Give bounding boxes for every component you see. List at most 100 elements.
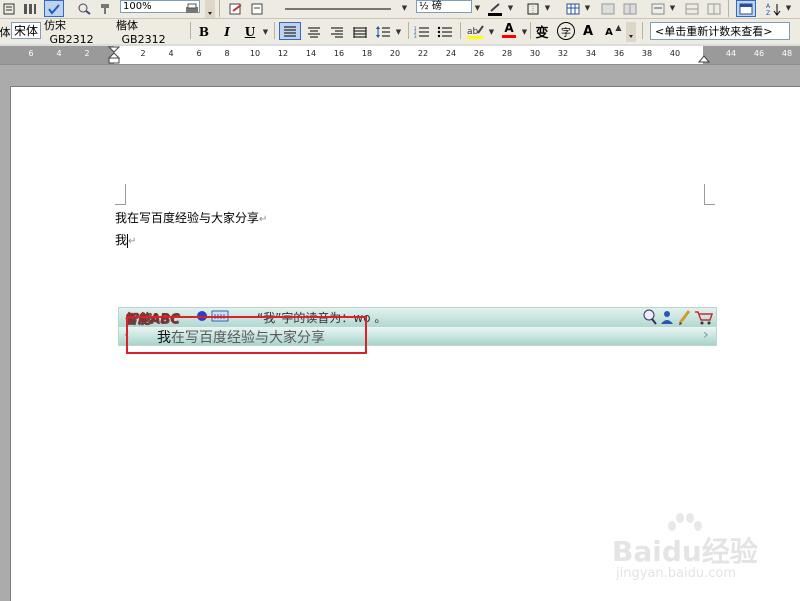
ruler-tick-label: 44 — [725, 49, 737, 58]
indent-marker-icon[interactable] — [108, 46, 120, 64]
annotation-highlight-box — [126, 316, 367, 354]
ruler-tick-label: 48 — [781, 49, 793, 58]
toolbar-separator — [408, 22, 409, 39]
print-icon[interactable] — [183, 0, 201, 17]
border-style-dropdown[interactable]: ▼ — [400, 1, 409, 14]
ruler-tick-label: 28 — [501, 49, 513, 58]
ruler-tick-label: 2 — [140, 49, 146, 58]
ime-search-icon — [643, 309, 657, 325]
toolbar-separator — [219, 0, 220, 17]
formatting-toolbar: 体 宋体 仿宋_GB2312 楷体_GB2312 B I U ▼ ▼ 123 a… — [0, 19, 800, 46]
highlight-dropdown[interactable]: ▼ — [487, 25, 496, 38]
ruler-tick-label: 46 — [753, 49, 765, 58]
toolbar-options-icon[interactable] — [626, 22, 636, 42]
baidu-watermark: Baidu经验 jingyan.baidu.com — [612, 512, 792, 600]
ime-edit-icon — [678, 310, 691, 325]
align-cell-icon[interactable] — [650, 0, 666, 17]
paragraph-mark: ↵ — [128, 236, 137, 247]
ruler-tick-label: 34 — [585, 49, 597, 58]
format-painter-icon[interactable] — [98, 0, 112, 17]
merge-cells-icon[interactable] — [600, 0, 616, 17]
distribute-rows-icon[interactable] — [684, 0, 700, 17]
highlight-icon[interactable]: ab — [465, 23, 485, 40]
ruler-tick-label: 24 — [445, 49, 457, 58]
ruler-tick-label: 6 — [196, 49, 202, 58]
edit-icon[interactable] — [228, 0, 244, 17]
document-line-1: 我在写百度经验与大家分享↵ — [115, 209, 267, 226]
numbering-button[interactable]: 123 — [413, 23, 431, 40]
ime-tools — [643, 309, 714, 325]
watermark-brand: Baidu经验 — [612, 535, 758, 568]
word-count-box[interactable]: <单击重新计数来查看> — [650, 22, 790, 40]
align-right-button[interactable] — [328, 23, 346, 40]
border-weight-dropdown[interactable]: ▼ — [473, 1, 482, 14]
toolbar-options-icon[interactable] — [205, 0, 215, 18]
spelling-check-icon[interactable] — [44, 0, 64, 17]
svg-text:3: 3 — [414, 34, 417, 39]
border-line-style[interactable] — [278, 0, 398, 17]
ruler-tick-label: 4 — [56, 49, 62, 58]
font-option-kaiti[interactable]: 楷体_GB2312 — [116, 19, 186, 46]
sort-ascending-icon[interactable]: AZ — [764, 0, 782, 17]
distributed-align-button[interactable] — [351, 23, 369, 40]
justify-button[interactable] — [279, 22, 301, 40]
italic-button[interactable]: I — [219, 23, 235, 40]
font-option-songti[interactable]: 宋体 — [11, 22, 41, 39]
bold-button[interactable]: B — [196, 23, 212, 40]
columns-icon[interactable] — [22, 0, 38, 17]
research-icon[interactable] — [76, 0, 92, 17]
toolbar-separator — [530, 22, 531, 39]
phonetic-guide-button[interactable]: 字 — [557, 22, 575, 40]
document-line-2-text: 我 — [115, 233, 128, 247]
ruler-tick-label: 22 — [417, 49, 429, 58]
font-option-fangsong[interactable]: 仿宋_GB2312 — [44, 19, 114, 46]
font-color-button[interactable]: A — [500, 21, 518, 38]
ruler-tick-label: 18 — [361, 49, 373, 58]
svg-text:ab: ab — [467, 27, 479, 37]
font-color-dropdown[interactable]: ▼ — [520, 25, 529, 38]
ime-user-icon — [661, 311, 673, 324]
ruler-tick-label: 12 — [277, 49, 289, 58]
border-weight-value: ½ 磅 — [419, 1, 442, 12]
split-cells-icon[interactable] — [622, 0, 638, 17]
align-center-button[interactable] — [305, 23, 323, 40]
ime-cart-icon — [695, 311, 714, 325]
table-autoformat-icon[interactable] — [736, 0, 756, 17]
ruler-tick-label: 10 — [249, 49, 261, 58]
document-map-icon[interactable] — [2, 0, 16, 17]
paragraph-mark: ↵ — [259, 214, 268, 225]
outside-border-icon[interactable] — [525, 0, 541, 17]
grow-font-button[interactable]: A — [580, 23, 596, 40]
insert-table-dropdown[interactable]: ▼ — [583, 1, 592, 14]
page-corner-top-left — [115, 184, 126, 205]
form-icon[interactable] — [250, 0, 266, 17]
right-indent-marker-icon[interactable] — [698, 52, 710, 64]
border-weight-combobox[interactable]: ½ 磅 — [416, 0, 472, 13]
bullets-button[interactable] — [436, 23, 454, 40]
toolbar-separator — [460, 22, 461, 39]
ruler-tick-label: 20 — [389, 49, 401, 58]
style-combobox-fragment[interactable]: 体 — [0, 23, 11, 40]
underline-dropdown[interactable]: ▼ — [261, 25, 270, 38]
toolbar-separator — [642, 22, 643, 39]
ruler-tick-label: 32 — [557, 49, 569, 58]
horizontal-ruler[interactable]: 6 4 2 2 4 6 8 10 12 14 16 18 20 22 24 26… — [0, 46, 800, 65]
insert-table-icon[interactable] — [565, 0, 581, 17]
ruler-tick-label: 4 — [168, 49, 174, 58]
document-line-1-text: 我在写百度经验与大家分享 — [115, 211, 260, 225]
sort-dropdown[interactable]: ▼ — [784, 1, 793, 14]
ime-next-arrow-icon[interactable]: › — [703, 327, 709, 343]
outside-border-dropdown[interactable]: ▼ — [543, 1, 552, 14]
border-color-icon[interactable] — [486, 0, 504, 17]
line-spacing-dropdown[interactable]: ▼ — [394, 25, 403, 38]
ruler-tick-label: 26 — [473, 49, 485, 58]
grow-font-arrow-icon: ▲ — [615, 23, 622, 32]
page-corner-top-right — [704, 184, 715, 205]
underline-button[interactable]: U — [242, 23, 258, 40]
align-cell-dropdown[interactable]: ▼ — [668, 1, 677, 14]
border-color-dropdown[interactable]: ▼ — [506, 1, 515, 14]
character-scaling-button[interactable]: 变 — [533, 23, 551, 41]
ruler-tick-label: 38 — [641, 49, 653, 58]
distribute-columns-icon[interactable] — [706, 0, 722, 17]
line-spacing-icon[interactable] — [374, 23, 392, 40]
